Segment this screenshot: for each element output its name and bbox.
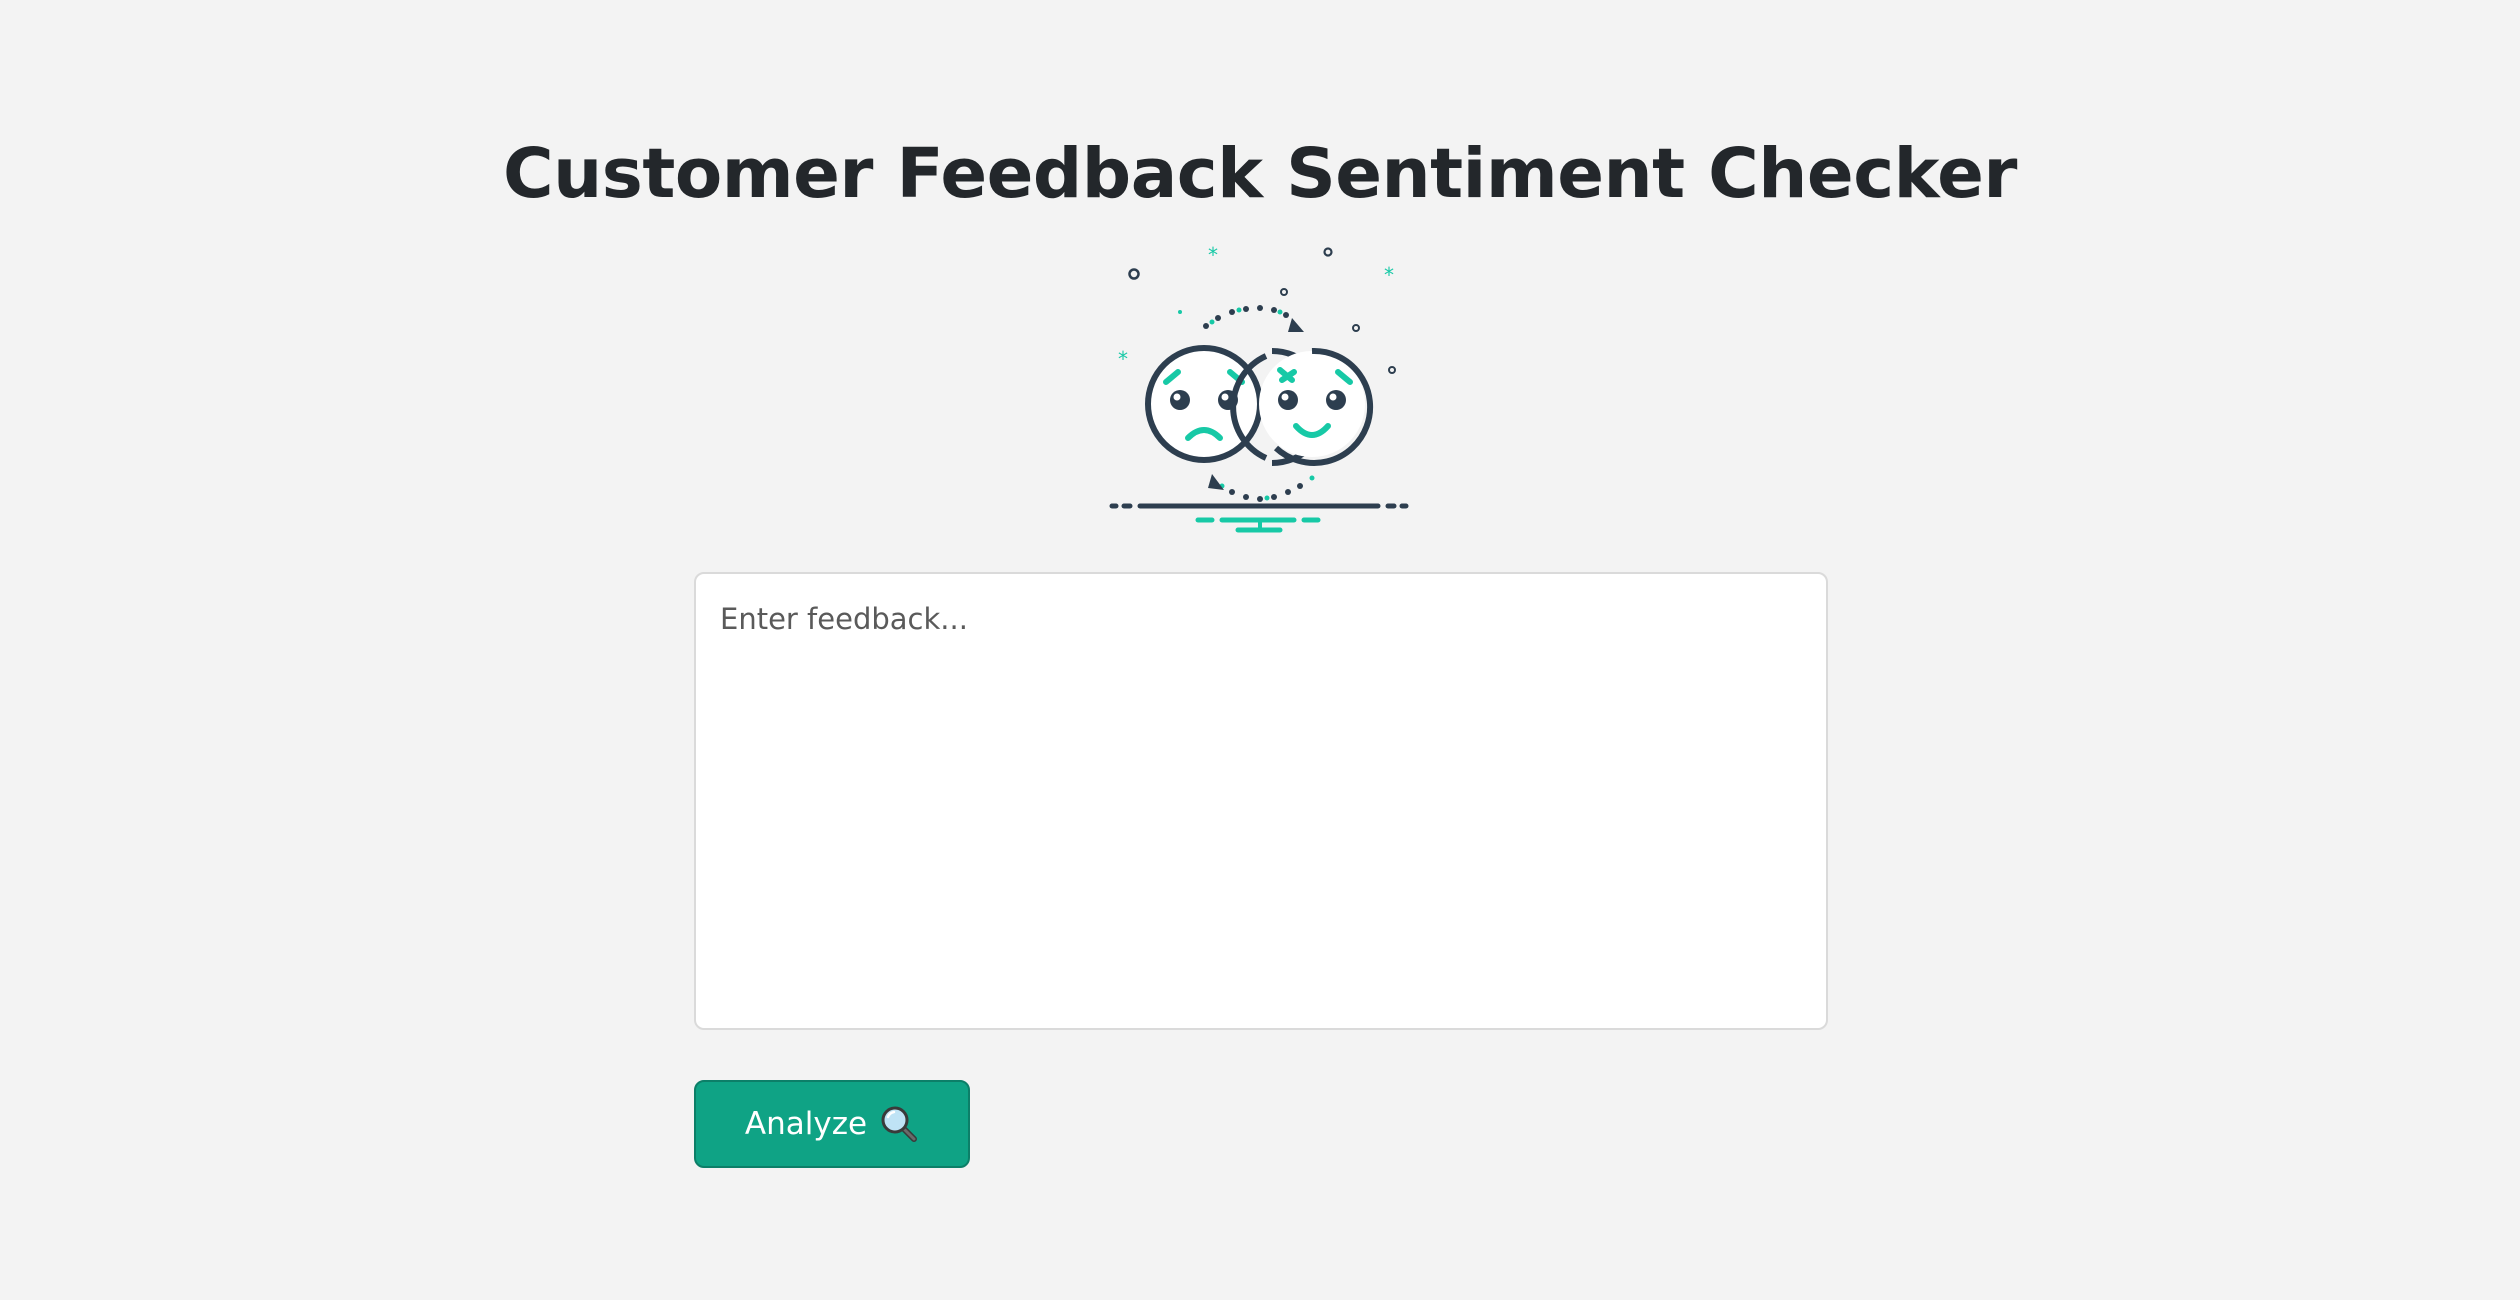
svg-text:*: *	[1384, 263, 1394, 287]
svg-text:*: *	[1118, 347, 1128, 371]
page-title: Customer Feedback Sentiment Checker	[503, 134, 2017, 214]
feedback-input[interactable]	[694, 572, 1828, 1030]
sad-to-happy-faces-icon: * * *	[1109, 243, 1409, 533]
svg-text:*: *	[1208, 243, 1218, 267]
analyze-button[interactable]: Analyze	[694, 1080, 970, 1168]
app-page: Customer Feedback Sentiment Checker * * …	[0, 0, 2520, 1300]
magnifying-glass-icon	[881, 1106, 918, 1142]
analyze-button-label: Analyze	[744, 1106, 868, 1142]
